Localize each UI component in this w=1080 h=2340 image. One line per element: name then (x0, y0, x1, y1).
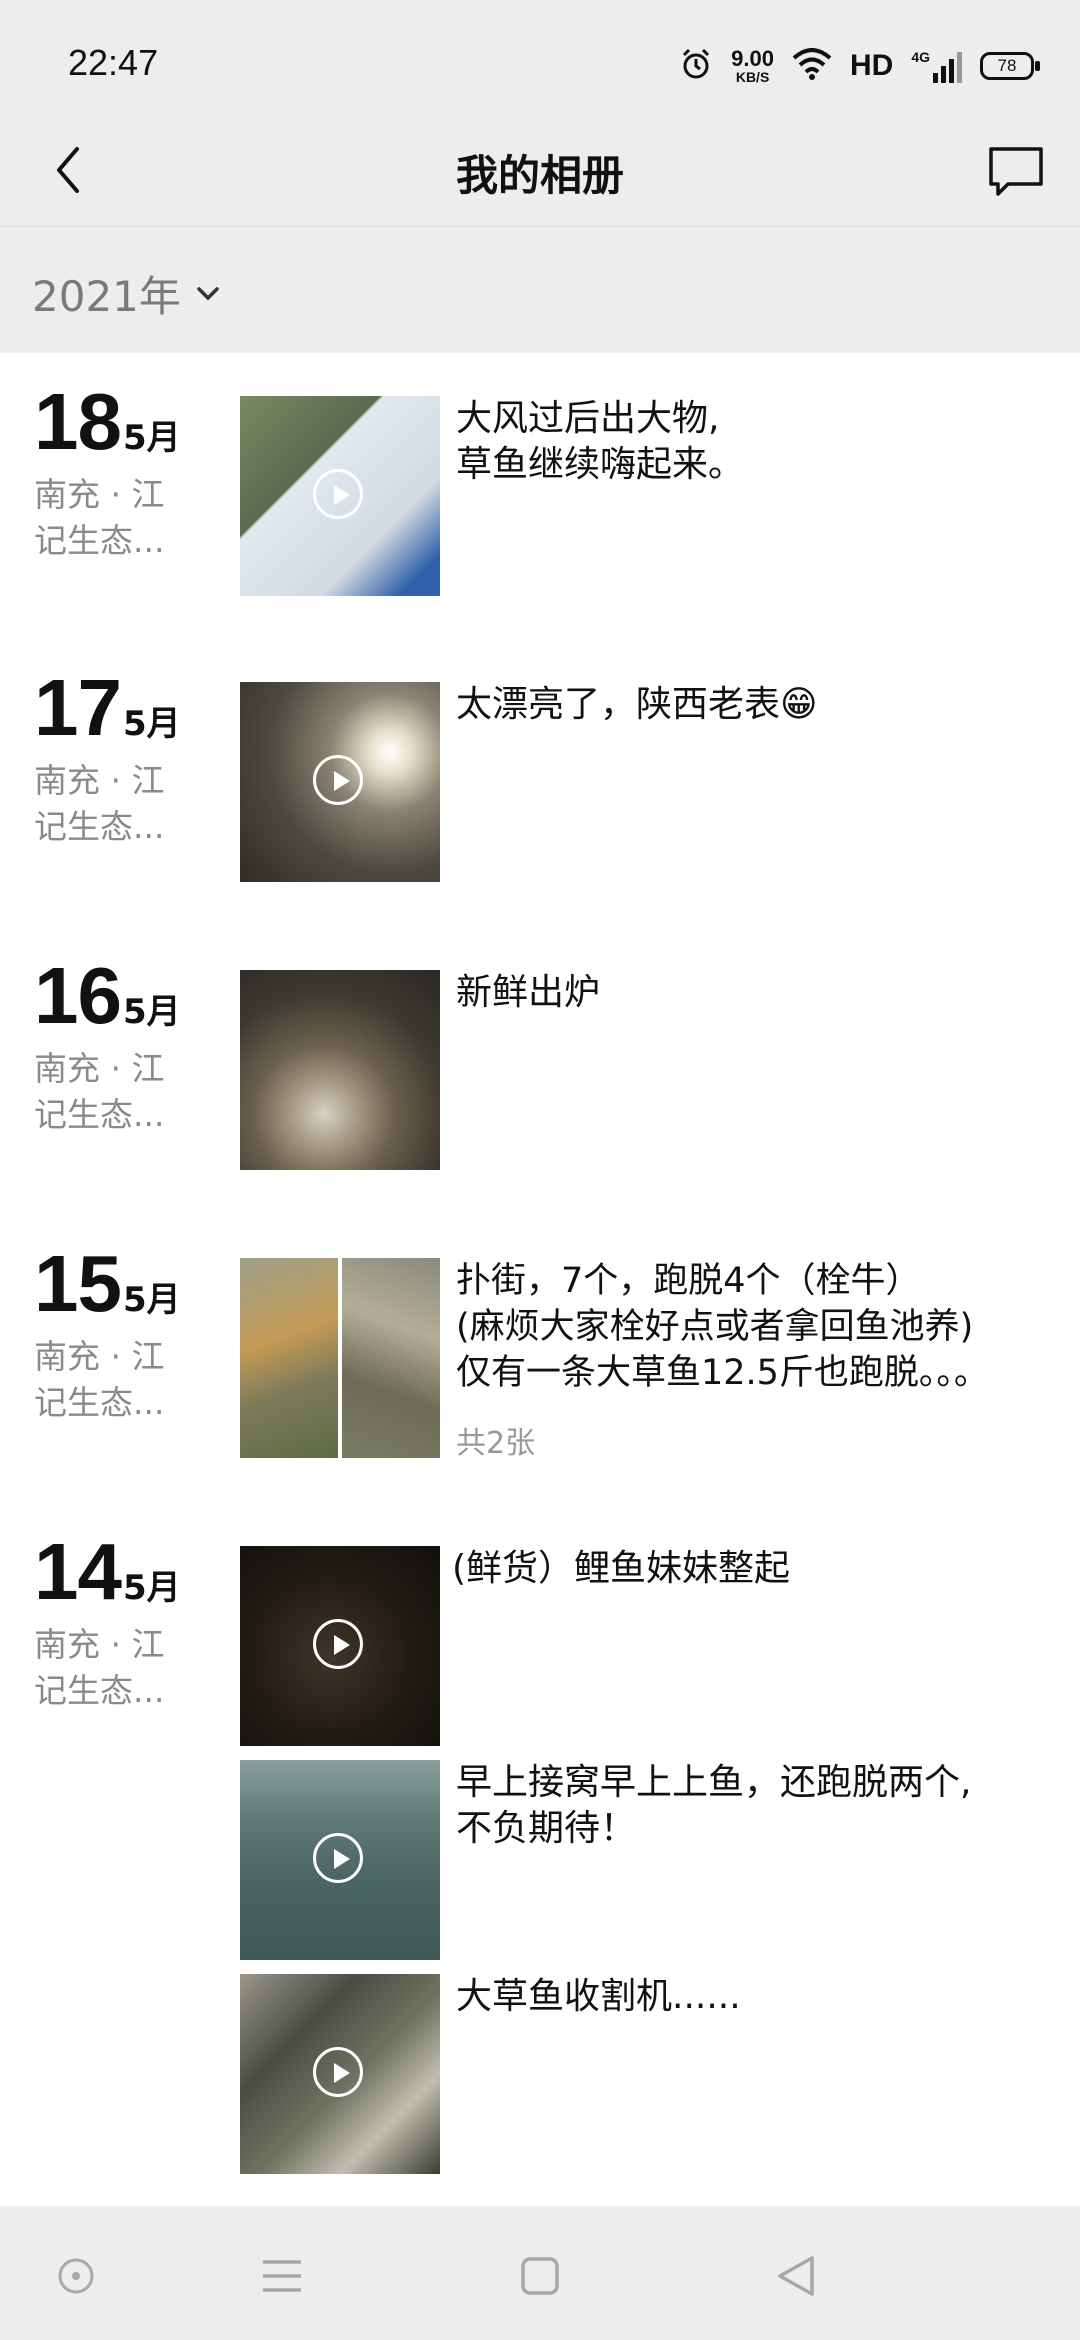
entry-day: 15 (34, 1239, 122, 1328)
entry-day: 14 (34, 1527, 122, 1616)
entry-day: 17 (34, 663, 122, 752)
speed-value: 9.00 (731, 46, 774, 71)
entry-month: 5月 (122, 704, 181, 744)
message-button[interactable] (980, 136, 1052, 206)
post-caption: (鲜货）鲤鱼妹妹整起 (452, 1548, 791, 1589)
play-icon (313, 1833, 363, 1883)
status-time: 22:47 (68, 42, 159, 83)
speed-unit: KB/S (735, 69, 770, 85)
year-bar: 2021年 (0, 226, 1080, 353)
play-icon (313, 755, 363, 805)
entry-month: 5月 (122, 418, 181, 458)
album-post[interactable]: 大风过后出大物, 草鱼继续嗨起来。 (240, 396, 1060, 596)
post-thumbnail[interactable] (240, 396, 440, 596)
back-icon (778, 2256, 814, 2296)
post-caption: 大草鱼收割机...... (456, 1976, 741, 2017)
entry-day: 16 (34, 951, 122, 1040)
signal-icon: 4G (911, 49, 962, 83)
page-title: 我的相册 (455, 151, 624, 200)
entry-month: 5月 (122, 1568, 181, 1608)
post-caption: 扑街，7个，跑脱4个（栓牛） (麻烦大家栓好点或者拿回鱼池养) 仅有一条大草鱼1… (456, 1261, 989, 1393)
post-thumbnail[interactable] (240, 682, 440, 882)
entry-day: 18 (34, 377, 122, 466)
entry-month: 5月 (122, 992, 181, 1032)
hd-label: HD (849, 49, 894, 82)
navigation-bar (0, 2206, 1080, 2340)
post-thumbnail[interactable] (240, 1258, 440, 1458)
network-speed: 9.00 KB/S (731, 46, 774, 85)
entry-date: 155月 南充 · 江记生态... (34, 1244, 184, 1426)
nav-back-button[interactable] (766, 2246, 826, 2306)
album-post[interactable]: 新鲜出炉 (240, 970, 1060, 1170)
alarm-icon (679, 47, 713, 86)
post-thumbnail[interactable] (240, 970, 440, 1170)
entry-date: 185月 南充 · 江记生态... (34, 382, 184, 564)
play-icon (313, 1619, 363, 1669)
entry-date: 175月 南充 · 江记生态... (34, 668, 184, 850)
status-icons: 9.00 KB/S HD 4G 78 (679, 40, 1040, 92)
photo-left (240, 1258, 338, 1458)
message-icon (989, 147, 1043, 196)
play-icon (313, 469, 363, 519)
post-caption: 早上接窝早上上鱼，还跑脱两个, 不负期待！ (456, 1762, 972, 1849)
wifi-icon (792, 47, 832, 85)
entry-location: 南充 · 江记生态... (34, 1337, 165, 1422)
title-bar: 我的相册 (0, 128, 1080, 226)
album-post[interactable]: 早上接窝早上上鱼，还跑脱两个, 不负期待！ (240, 1760, 1060, 1960)
post-thumbnail[interactable] (240, 1546, 440, 1746)
entry-location: 南充 · 江记生态... (34, 761, 165, 846)
photo-right (342, 1258, 440, 1458)
play-icon (313, 2047, 363, 2097)
post-caption: 新鲜出炉 (456, 972, 601, 1013)
album-post[interactable]: 扑街，7个，跑脱4个（栓牛） (麻烦大家栓好点或者拿回鱼池养) 仅有一条大草鱼1… (240, 1258, 1060, 1461)
post-caption: 大风过后出大物, 草鱼继续嗨起来。 (456, 398, 745, 485)
post-caption: 太漂亮了，陕西老表😁 (456, 684, 818, 725)
battery-icon: 78 (980, 52, 1040, 80)
assistant-icon (58, 2258, 94, 2294)
entry-month: 5月 (122, 1280, 181, 1320)
entry-date: 165月 南充 · 江记生态... (34, 956, 184, 1138)
home-button[interactable] (510, 2246, 570, 2306)
post-thumbnail[interactable] (240, 1974, 440, 2174)
home-icon (521, 2257, 559, 2295)
post-thumbnail[interactable] (240, 1760, 440, 1960)
entry-location: 南充 · 江记生态... (34, 1625, 165, 1710)
year-label: 2021年 (32, 272, 181, 321)
year-selector[interactable]: 2021年 (32, 263, 221, 324)
photo-count: 共2张 (456, 1426, 536, 1461)
entry-location: 南充 · 江记生态... (34, 475, 165, 560)
chevron-down-icon (197, 286, 219, 300)
menu-button[interactable] (252, 2246, 312, 2306)
network-type: 4G (911, 49, 930, 65)
status-bar: 22:47 9.00 KB/S HD 4G 78 (0, 0, 1080, 128)
battery-level: 78 (997, 56, 1017, 75)
entry-date: 145月 南充 · 江记生态... (34, 1532, 184, 1714)
entry-location: 南充 · 江记生态... (34, 1049, 165, 1134)
album-post[interactable]: (鲜货）鲤鱼妹妹整起 (240, 1546, 1060, 1746)
album-post[interactable]: 大草鱼收割机...... (240, 1974, 1060, 2174)
menu-icon (263, 2260, 301, 2292)
assistant-button[interactable] (46, 2246, 106, 2306)
album-post[interactable]: 太漂亮了，陕西老表😁 (240, 682, 1060, 882)
